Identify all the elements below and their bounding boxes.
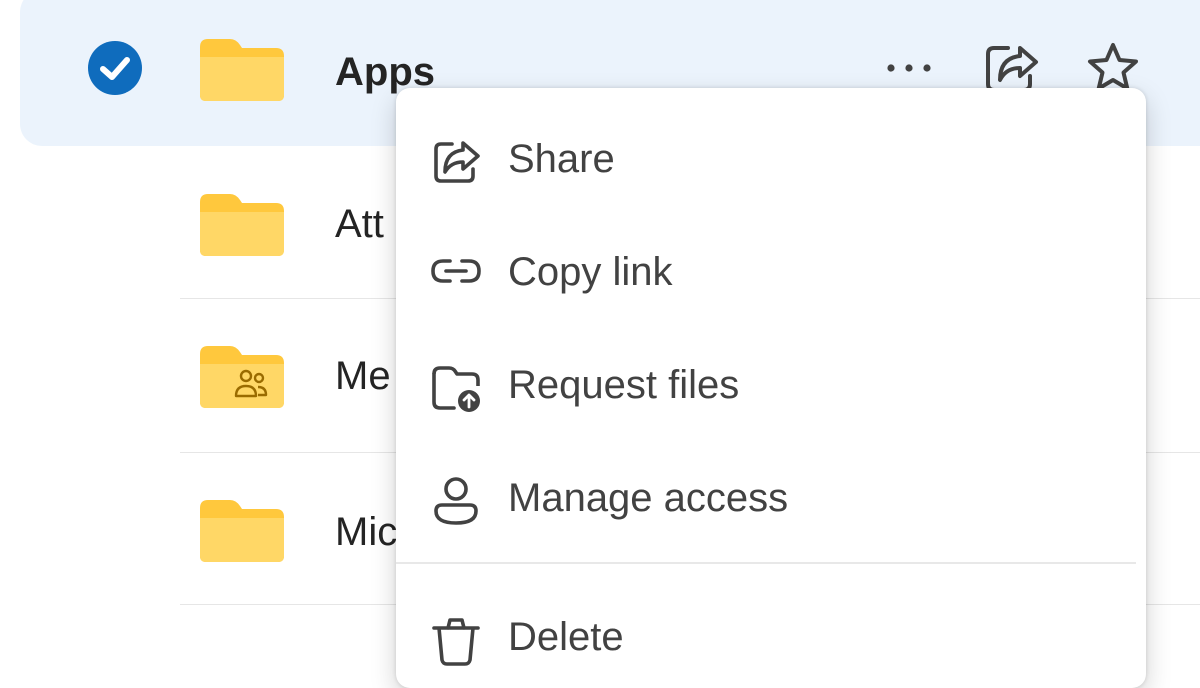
shared-folder-icon [196, 344, 288, 410]
checkmark-icon[interactable] [88, 41, 142, 95]
file-name[interactable]: Me [335, 352, 391, 400]
menu-item-manage-access[interactable]: Manage access [396, 449, 1146, 549]
menu-item-label: Copy link [508, 250, 673, 294]
folder-icon [196, 37, 288, 103]
context-menu: Share Copy link Request files Manage acc… [396, 88, 1146, 688]
person-icon [434, 477, 478, 525]
share-icon [434, 141, 480, 183]
folder-request-icon [432, 366, 480, 412]
menu-item-delete[interactable]: Delete [396, 588, 1146, 688]
file-name[interactable]: Mic [335, 508, 397, 556]
menu-item-copy-link[interactable]: Copy link [396, 223, 1146, 323]
menu-item-label: Share [508, 137, 615, 181]
menu-divider [396, 562, 1136, 564]
menu-item-label: Delete [508, 615, 624, 659]
menu-item-label: Manage access [508, 476, 789, 520]
file-name[interactable]: Att [335, 200, 384, 248]
menu-item-share[interactable]: Share [396, 110, 1146, 210]
folder-icon [196, 192, 288, 258]
folder-icon [196, 498, 288, 564]
menu-item-request-files[interactable]: Request files [396, 336, 1146, 436]
trash-icon [432, 618, 480, 666]
link-icon [431, 259, 481, 283]
menu-item-label: Request files [508, 363, 740, 407]
